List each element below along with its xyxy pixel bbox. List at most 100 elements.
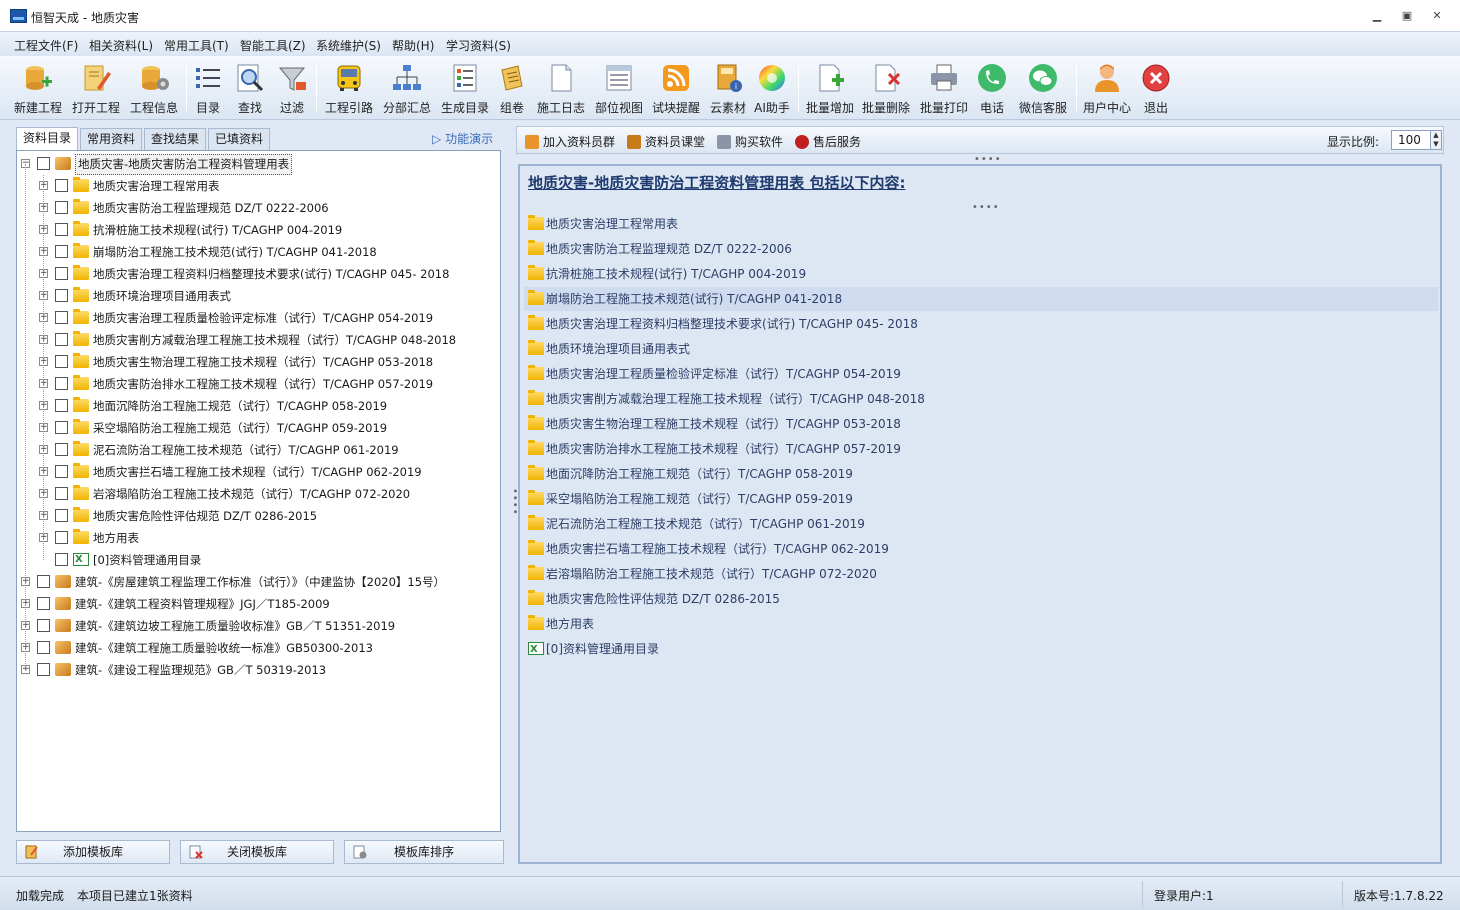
tree-checkbox[interactable] bbox=[55, 487, 68, 500]
content-list-item[interactable]: 地质环境治理项目通用表式 bbox=[524, 337, 1438, 361]
tree-checkbox[interactable] bbox=[55, 531, 68, 544]
feature-demo-link[interactable]: ▷ 功能演示 bbox=[432, 130, 493, 147]
menu-tools[interactable]: 常用工具(T) bbox=[164, 37, 229, 54]
part-view-button[interactable]: 部位视图 bbox=[594, 58, 644, 118]
tree-row[interactable]: + 地质灾害危险性评估规范 DZ/T 0286-2015 bbox=[17, 505, 500, 527]
sort-template-button[interactable]: 模板库排序 bbox=[344, 840, 504, 864]
menu-learning[interactable]: 学习资料(S) bbox=[446, 37, 511, 54]
tree-row[interactable]: + 地质环境治理项目通用表式 bbox=[17, 285, 500, 307]
catalog-tree[interactable]: − 地质灾害-地质灾害防治工程资料管理用表 + 地质灾害治理工程常用表 + 地质灾害防治工… bbox=[16, 150, 501, 832]
tab-search-results[interactable]: 查找结果 bbox=[144, 128, 206, 150]
content-list-item[interactable]: 地质灾害防治工程监理规范 DZ/T 0222-2006 bbox=[524, 237, 1438, 261]
menu-maintenance[interactable]: 系统维护(S) bbox=[316, 37, 381, 54]
content-list-item[interactable]: 地质灾害治理工程质量检验评定标准（试行）T/CAGHP 054-2019 bbox=[524, 362, 1438, 386]
tree-row[interactable]: + 建筑-《建筑工程施工质量验收统一标准》GB50300-2013 bbox=[17, 637, 500, 659]
tree-row[interactable]: + 建筑-《建筑边坡工程施工质量验收标准》GB／T 51351-2019 bbox=[17, 615, 500, 637]
tree-row[interactable]: + 建筑-《建设工程监理规范》GB／T 50319-2013 bbox=[17, 659, 500, 681]
generate-catalog-button[interactable]: 生成目录 bbox=[440, 58, 490, 118]
phone-button[interactable]: 电话 bbox=[976, 58, 1008, 118]
construction-log-button[interactable]: 施工日志 bbox=[537, 58, 585, 118]
menu-related[interactable]: 相关资料(L) bbox=[89, 37, 153, 54]
tree-checkbox[interactable] bbox=[55, 245, 68, 258]
tree-row[interactable]: + 岩溶塌陷防治工程施工技术规范（试行）T/CAGHP 072-2020 bbox=[17, 483, 500, 505]
content-list-item[interactable]: 地质灾害治理工程资料归档整理技术要求(试行) T/CAGHP 045- 2018 bbox=[524, 312, 1438, 336]
tree-checkbox[interactable] bbox=[55, 223, 68, 236]
tree-row[interactable]: + 地质灾害治理工程质量检验评定标准（试行）T/CAGHP 054-2019 bbox=[17, 307, 500, 329]
catalog-button[interactable]: 目录 bbox=[192, 58, 224, 118]
open-project-button[interactable]: 打开工程 bbox=[70, 58, 122, 118]
tab-catalog[interactable]: 资料目录 bbox=[16, 127, 78, 150]
wechat-service-button[interactable]: 微信客服 bbox=[1018, 58, 1068, 118]
filter-button[interactable]: 过滤 bbox=[276, 58, 308, 118]
join-group-button[interactable]: 加入资料员群 bbox=[525, 133, 615, 150]
tree-checkbox[interactable] bbox=[55, 553, 68, 566]
add-template-button[interactable]: 添加模板库 bbox=[16, 840, 170, 864]
tree-checkbox[interactable] bbox=[55, 311, 68, 324]
batch-add-button[interactable]: 批量增加 bbox=[806, 58, 854, 118]
content-list-item[interactable]: 地质灾害危险性评估规范 DZ/T 0286-2015 bbox=[524, 587, 1438, 611]
ai-assistant-button[interactable]: AI助手 bbox=[754, 58, 790, 118]
content-list-item[interactable]: [0]资料管理通用目录 bbox=[524, 637, 1438, 662]
tree-row[interactable]: + 地质灾害防治工程监理规范 DZ/T 0222-2006 bbox=[17, 197, 500, 219]
after-sales-button[interactable]: 售后服务 bbox=[795, 133, 861, 150]
tree-row[interactable]: + 地方用表 bbox=[17, 527, 500, 549]
content-list-item[interactable]: 地面沉降防治工程施工规范（试行）T/CAGHP 058-2019 bbox=[524, 462, 1438, 486]
cloud-material-button[interactable]: i 云素材 bbox=[710, 58, 746, 118]
tree-row[interactable]: + 地质灾害治理工程常用表 bbox=[17, 175, 500, 197]
tree-row[interactable]: + 地质灾害治理工程资料归档整理技术要求(试行) T/CAGHP 045- 201… bbox=[17, 263, 500, 285]
tree-checkbox[interactable] bbox=[37, 619, 50, 632]
content-list-item[interactable]: 抗滑桩施工技术规程(试行) T/CAGHP 004-2019 bbox=[524, 262, 1438, 286]
tree-checkbox[interactable] bbox=[55, 443, 68, 456]
tree-row[interactable]: + 地质灾害防治排水工程施工技术规程（试行）T/CAGHP 057-2019 bbox=[17, 373, 500, 395]
content-list-item[interactable]: 地质灾害治理工程常用表 bbox=[524, 212, 1438, 236]
tree-checkbox[interactable] bbox=[37, 597, 50, 610]
tree-row[interactable]: + 采空塌陷防治工程施工规范（试行）T/CAGHP 059-2019 bbox=[17, 417, 500, 439]
tree-checkbox[interactable] bbox=[55, 333, 68, 346]
buy-software-button[interactable]: 购买软件 bbox=[717, 133, 783, 150]
tree-checkbox[interactable] bbox=[37, 157, 50, 170]
content-list-item[interactable]: 地方用表 bbox=[524, 612, 1438, 636]
tree-checkbox[interactable] bbox=[37, 641, 50, 654]
menu-smart-tools[interactable]: 智能工具(Z) bbox=[240, 37, 306, 54]
tree-checkbox[interactable] bbox=[55, 509, 68, 522]
zoom-spinner[interactable]: ▲ ▼ bbox=[1430, 130, 1442, 150]
batch-delete-button[interactable]: 批量删除 bbox=[862, 58, 910, 118]
tree-row[interactable]: [0]资料管理通用目录 bbox=[17, 549, 500, 571]
tree-checkbox[interactable] bbox=[37, 663, 50, 676]
content-list-item[interactable]: 采空塌陷防治工程施工规范（试行）T/CAGHP 059-2019 bbox=[524, 487, 1438, 511]
tree-checkbox[interactable] bbox=[55, 267, 68, 280]
content-list-item[interactable]: 地质灾害削方减载治理工程施工技术规程（试行）T/CAGHP 048-2018 bbox=[524, 387, 1438, 411]
tree-checkbox[interactable] bbox=[55, 399, 68, 412]
test-block-reminder-button[interactable]: 试块提醒 bbox=[652, 58, 700, 118]
new-project-button[interactable]: 新建工程 bbox=[12, 58, 64, 118]
tree-row[interactable]: + 泥石流防治工程施工技术规范（试行）T/CAGHP 061-2019 bbox=[17, 439, 500, 461]
find-button[interactable]: 查找 bbox=[234, 58, 266, 118]
tree-row[interactable]: + 地质灾害拦石墙工程施工技术规程（试行）T/CAGHP 062-2019 bbox=[17, 461, 500, 483]
exit-button[interactable]: 退出 bbox=[1140, 58, 1172, 118]
menu-help[interactable]: 帮助(H) bbox=[392, 37, 434, 54]
minimize-button[interactable]: ▁ bbox=[1363, 6, 1391, 26]
tree-row[interactable]: + 建筑-《房屋建筑工程监理工作标准（试行）》（中建监协【2020】15号） bbox=[17, 571, 500, 593]
tree-checkbox[interactable] bbox=[55, 421, 68, 434]
vertical-splitter[interactable]: •••• bbox=[509, 488, 520, 516]
tree-row[interactable]: + 崩塌防治工程施工技术规范(试行) T/CAGHP 041-2018 bbox=[17, 241, 500, 263]
tree-checkbox[interactable] bbox=[37, 575, 50, 588]
menu-project-file[interactable]: 工程文件(F) bbox=[14, 37, 78, 54]
tree-checkbox[interactable] bbox=[55, 289, 68, 302]
content-list-item[interactable]: 泥石流防治工程施工技术规范（试行）T/CAGHP 061-2019 bbox=[524, 512, 1438, 536]
classroom-button[interactable]: 资料员课堂 bbox=[627, 133, 705, 150]
tree-row[interactable]: + 地质灾害生物治理工程施工技术规程（试行）T/CAGHP 053-2018 bbox=[17, 351, 500, 373]
compile-volume-button[interactable]: 组卷 bbox=[496, 58, 528, 118]
content-list-item[interactable]: 岩溶塌陷防治工程施工技术规范（试行）T/CAGHP 072-2020 bbox=[524, 562, 1438, 586]
tree-checkbox[interactable] bbox=[55, 465, 68, 478]
batch-print-button[interactable]: 批量打印 bbox=[920, 58, 968, 118]
user-center-button[interactable]: 用户中心 bbox=[1083, 58, 1131, 118]
close-button[interactable]: ✕ bbox=[1423, 6, 1451, 26]
content-list-item[interactable]: 地质灾害防治排水工程施工技术规程（试行）T/CAGHP 057-2019 bbox=[524, 437, 1438, 461]
tree-row[interactable]: − 地质灾害-地质灾害防治工程资料管理用表 bbox=[17, 153, 500, 175]
tree-checkbox[interactable] bbox=[55, 355, 68, 368]
tree-row[interactable]: + 抗滑桩施工技术规程(试行) T/CAGHP 004-2019 bbox=[17, 219, 500, 241]
tree-row[interactable]: + 地面沉降防治工程施工规范（试行）T/CAGHP 058-2019 bbox=[17, 395, 500, 417]
tree-row[interactable]: + 建筑-《建筑工程资料管理规程》JGJ／T185-2009 bbox=[17, 593, 500, 615]
tree-row[interactable]: + 地质灾害削方减载治理工程施工技术规程（试行）T/CAGHP 048-2018 bbox=[17, 329, 500, 351]
